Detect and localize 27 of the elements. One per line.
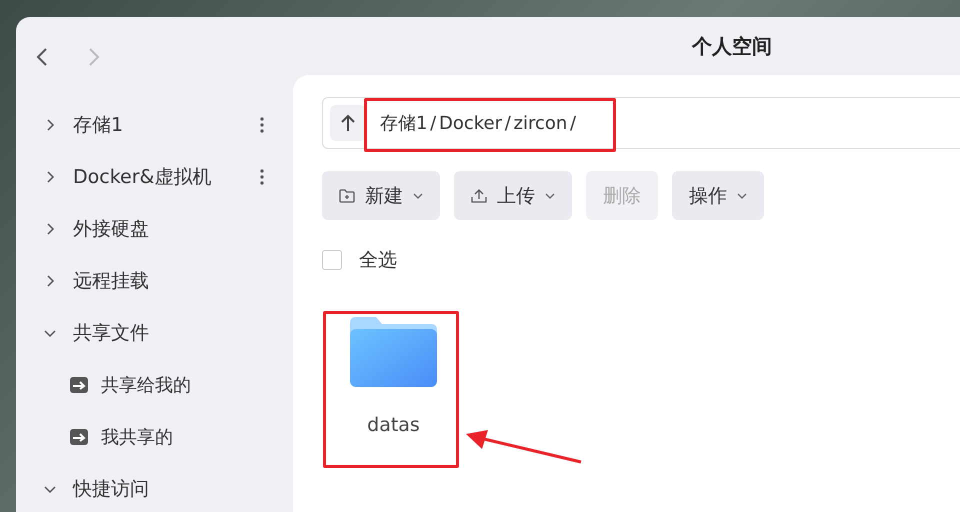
sidebar-item[interactable]: 快捷访问 — [73, 476, 149, 502]
sidebar-subitem[interactable]: 共享给我的 — [101, 373, 191, 397]
toolbar-button[interactable]: 新建 — [322, 171, 440, 220]
path-bar[interactable]: 存储1 / Docker / zircon / — [322, 97, 960, 149]
file-name[interactable]: datas — [367, 414, 420, 436]
toolbar-button[interactable]: 上传 — [454, 171, 572, 220]
share-folder-icon — [70, 377, 88, 393]
path-text: 存储1 / Docker / zircon / — [380, 112, 576, 135]
more-icon[interactable] — [260, 116, 264, 134]
back-icon[interactable] — [35, 46, 49, 66]
upload-icon — [471, 188, 487, 204]
select-all-checkbox[interactable] — [322, 250, 342, 270]
new-folder-icon — [339, 188, 355, 202]
folder-icon[interactable] — [350, 317, 437, 387]
sidebar-item[interactable]: 外接硬盘 — [73, 216, 149, 242]
sidebar-subitem[interactable]: 我共享的 — [101, 425, 173, 449]
select-all-label: 全选 — [359, 248, 397, 273]
sidebar-item[interactable]: 存储1 — [73, 112, 124, 138]
share-folder-icon — [70, 429, 88, 445]
sidebar-item[interactable]: 共享文件 — [73, 320, 149, 346]
sidebar-item[interactable]: Docker&虚拟机 — [73, 164, 212, 190]
more-icon[interactable] — [260, 168, 264, 186]
toolbar-button[interactable]: 操作 — [672, 171, 764, 220]
sidebar-item[interactable]: 远程挂载 — [73, 268, 149, 294]
window-title: 个人空间 — [692, 32, 772, 60]
up-arrow-icon — [341, 114, 355, 132]
up-button[interactable] — [330, 105, 366, 141]
